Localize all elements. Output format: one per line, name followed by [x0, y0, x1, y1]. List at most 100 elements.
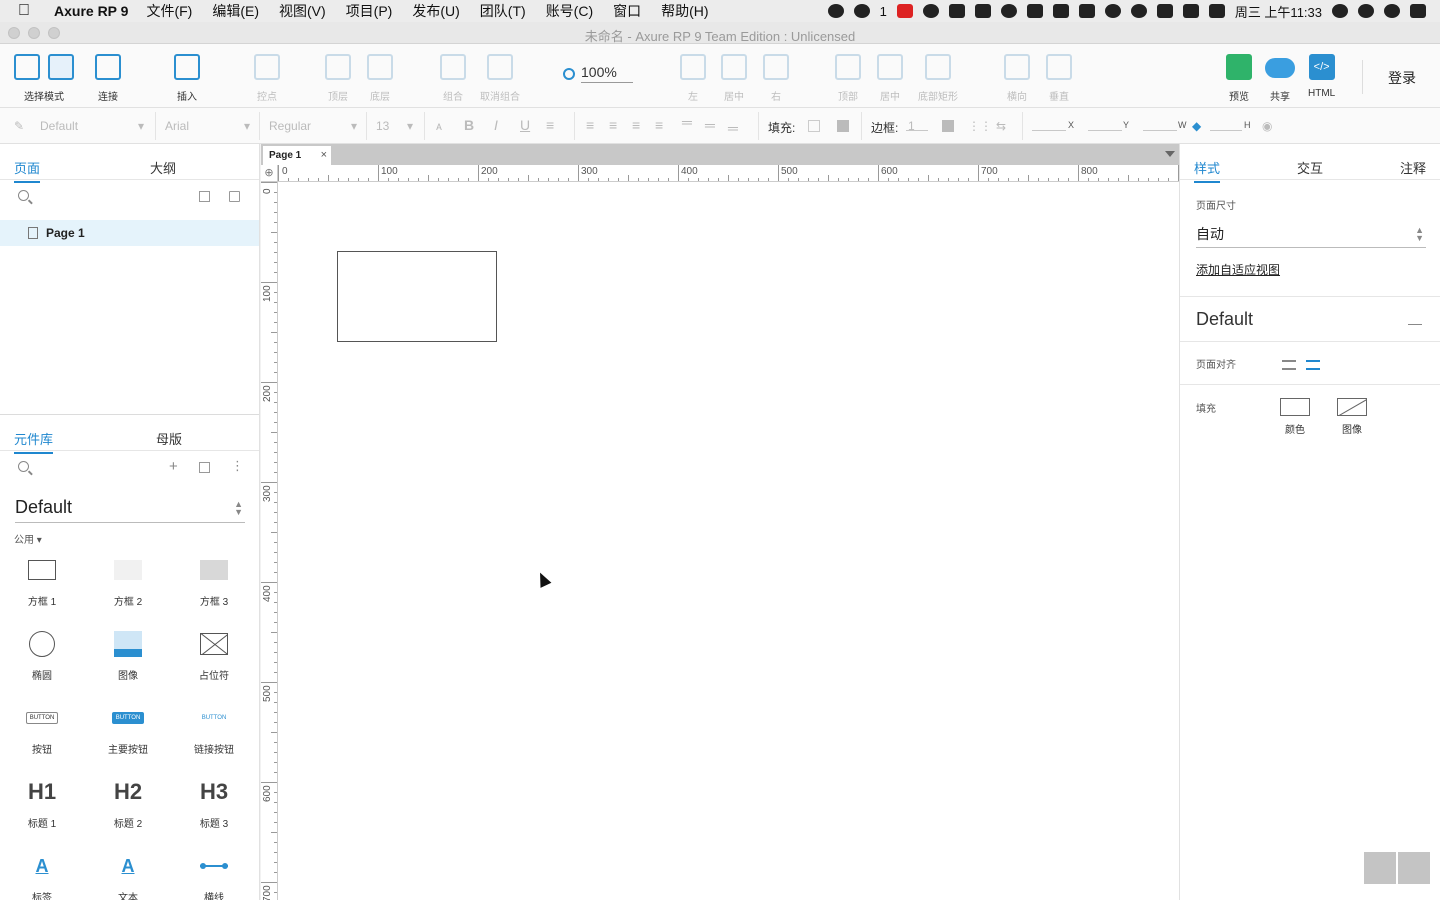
y-input[interactable]: [1088, 130, 1122, 131]
library-copy-icon[interactable]: [199, 462, 210, 473]
valign-middle-icon[interactable]: ═: [705, 117, 715, 133]
valign-bottom-icon[interactable]: ═: [728, 120, 738, 136]
widget-primary-button[interactable]: BUTTON 主要按钮: [88, 701, 168, 756]
style-chevron-icon[interactable]: ▾: [138, 119, 144, 133]
insert-button[interactable]: 插入: [174, 54, 200, 103]
border-color-icon[interactable]: [942, 120, 954, 132]
valign-top-icon[interactable]: ═: [682, 114, 692, 130]
border-style-icon[interactable]: ⋮⋮: [968, 119, 992, 133]
display-icon[interactable]: [948, 4, 965, 18]
menu-project[interactable]: 项目(P): [346, 1, 393, 21]
clock[interactable]: 周三 上午11:33: [1235, 2, 1322, 21]
fill-color-icon[interactable]: [1280, 398, 1310, 416]
visibility-icon[interactable]: ◉: [1262, 119, 1272, 133]
login-button[interactable]: 登录: [1388, 68, 1416, 88]
canvas-area[interactable]: Page 1 × ⊕ 0 100 200 300 400 500 600 700…: [261, 144, 1179, 900]
add-library-icon[interactable]: +: [169, 458, 178, 475]
menu-account[interactable]: 账号(C): [546, 1, 593, 21]
widget-box2[interactable]: 方框 2: [88, 553, 168, 608]
bullet-list-icon[interactable]: ≡: [546, 117, 554, 133]
bluetooth-icon[interactable]: [1104, 4, 1121, 18]
s-app-icon[interactable]: [896, 4, 913, 18]
hexagon-icon[interactable]: [1000, 4, 1017, 18]
tab-outline[interactable]: 大纲: [150, 158, 176, 177]
library-select[interactable]: Default ▲ ▼: [15, 497, 245, 523]
size-chevron-icon[interactable]: ▾: [407, 119, 413, 133]
search-icon[interactable]: [18, 190, 29, 201]
style-select[interactable]: Default: [40, 119, 78, 133]
widget-hline[interactable]: 横线: [174, 849, 254, 900]
font-chevron-icon[interactable]: ▾: [244, 119, 250, 133]
tab-notes[interactable]: 注释: [1400, 158, 1426, 177]
page-item[interactable]: Page 1: [0, 220, 259, 246]
menu-help[interactable]: 帮助(H): [661, 1, 708, 21]
page-align-left-icon[interactable]: [1282, 360, 1296, 370]
tabs-dropdown-icon[interactable]: [1165, 151, 1175, 157]
wechat-icon[interactable]: [827, 4, 844, 18]
text-align-center-icon[interactable]: ≡: [609, 117, 617, 133]
library-category[interactable]: 公用 ▾: [14, 531, 42, 546]
lock-icon[interactable]: ◆: [1192, 119, 1201, 133]
tab-pages[interactable]: 页面: [14, 158, 41, 183]
menu-edit[interactable]: 编辑(E): [212, 1, 259, 21]
tab-libraries[interactable]: 元件库: [14, 429, 54, 454]
wifi-icon[interactable]: [1130, 4, 1147, 18]
notification-center-icon[interactable]: [1410, 4, 1426, 18]
distribute-vertical-button[interactable]: 垂直: [1046, 54, 1072, 103]
rectangle-widget[interactable]: [337, 251, 497, 342]
add-folder-icon[interactable]: [229, 191, 240, 202]
picture-icon[interactable]: [1398, 852, 1430, 884]
italic-icon[interactable]: I: [494, 117, 498, 133]
widget-heading2[interactable]: H2 标题 2: [88, 775, 168, 830]
page-size-select[interactable]: 自动 ▲ ▼: [1196, 224, 1426, 248]
rocket-icon[interactable]: [922, 4, 939, 18]
select-mode-button[interactable]: 选择模式: [14, 54, 74, 103]
align-right-button[interactable]: 右: [763, 54, 789, 103]
underline-icon[interactable]: U: [520, 117, 530, 133]
align-left-button[interactable]: 左: [680, 54, 706, 103]
doc-tab-page1[interactable]: Page 1 ×: [263, 146, 331, 165]
volume-icon[interactable]: [1156, 4, 1173, 18]
align-top-button[interactable]: 顶部: [835, 54, 861, 103]
widget-image[interactable]: 图像: [88, 627, 168, 682]
widget-heading1[interactable]: H1 标题 1: [2, 775, 82, 830]
input-method-icon[interactable]: [1208, 4, 1225, 18]
font-select[interactable]: Arial: [165, 119, 189, 133]
menu-window[interactable]: 窗口: [613, 1, 641, 21]
align-center-button[interactable]: 居中: [721, 54, 747, 103]
edit-style-icon[interactable]: [1408, 312, 1422, 325]
menu-publish[interactable]: 发布(U): [412, 1, 459, 21]
bell-icon[interactable]: [853, 4, 870, 18]
apple-icon[interactable]: : [18, 2, 40, 20]
widget-ellipse[interactable]: 椭圆: [2, 627, 82, 682]
screenshot-icon[interactable]: [1026, 4, 1043, 18]
w-input[interactable]: [1143, 130, 1177, 131]
bold-icon[interactable]: B: [464, 117, 474, 133]
close-icon[interactable]: ×: [321, 149, 327, 161]
more-vertical-icon[interactable]: ⋮: [231, 458, 244, 474]
text-align-left-icon[interactable]: ≡: [586, 117, 594, 133]
page-style-name[interactable]: Default: [1196, 309, 1253, 330]
bring-to-front-button[interactable]: 顶层: [325, 54, 351, 103]
widget-placeholder[interactable]: 占位符: [174, 627, 254, 682]
preview-button[interactable]: 预览: [1226, 54, 1252, 103]
app-menu[interactable]: Axure RP 9: [54, 3, 128, 19]
fill-color-swatch[interactable]: [808, 120, 820, 132]
menu-view[interactable]: 视图(V): [279, 1, 326, 21]
distribute-horizontal-button[interactable]: 横向: [1004, 54, 1030, 103]
send-icon[interactable]: [1052, 4, 1069, 18]
align-bottom-button[interactable]: 底部矩形: [918, 54, 958, 103]
pause-icon[interactable]: [1364, 852, 1396, 884]
zoom-value[interactable]: 100%: [581, 64, 633, 83]
location-icon[interactable]: [1078, 4, 1095, 18]
battery-icon[interactable]: [1182, 4, 1199, 18]
weight-select[interactable]: Regular: [269, 119, 311, 133]
text-justify-icon[interactable]: ≡: [655, 117, 663, 133]
user-icon[interactable]: [1332, 4, 1348, 18]
share-button[interactable]: 共享: [1265, 54, 1295, 103]
weight-chevron-icon[interactable]: ▾: [351, 119, 357, 133]
widget-box3[interactable]: 方框 3: [174, 553, 254, 608]
zoom-control[interactable]: 100%: [563, 64, 633, 83]
ungroup-button[interactable]: 取消组合: [480, 54, 520, 103]
h-input[interactable]: [1210, 130, 1242, 131]
